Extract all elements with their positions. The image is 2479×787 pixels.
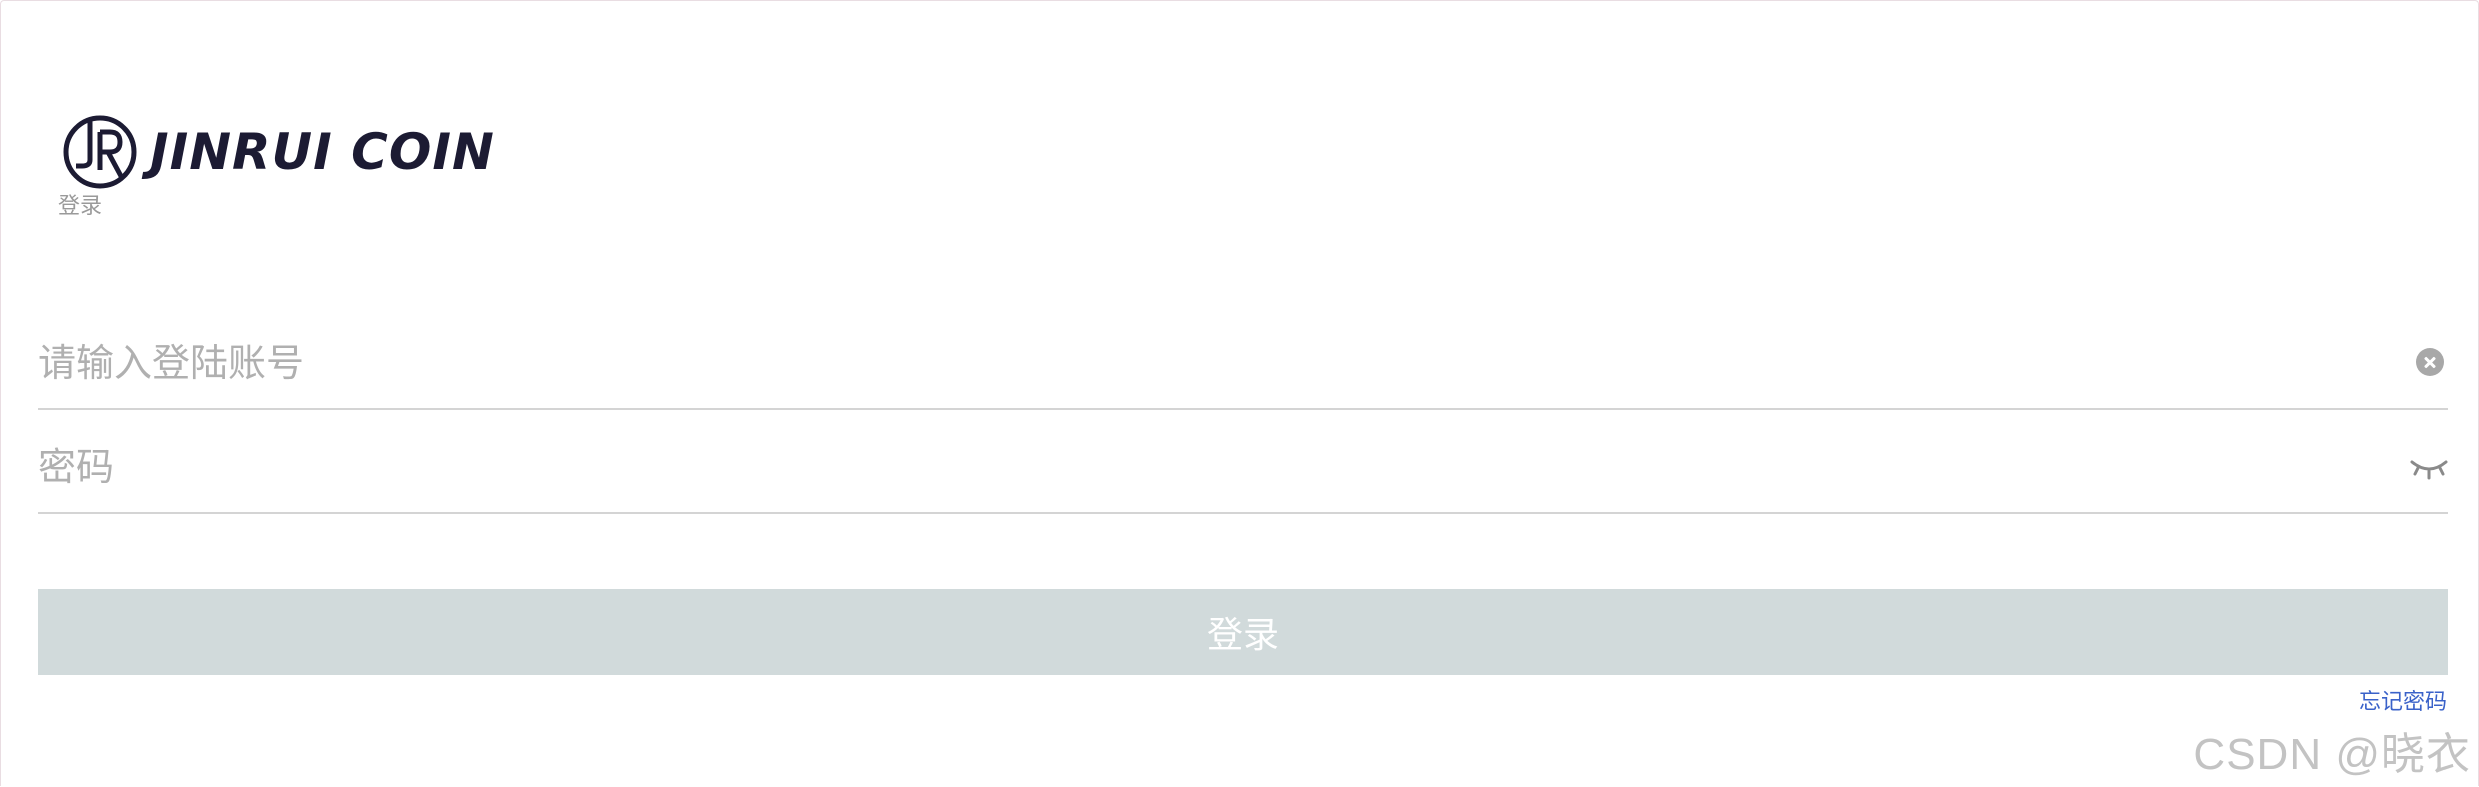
brand-name: JINRUI COIN [150, 123, 495, 181]
clear-icon[interactable] [2416, 348, 2444, 376]
password-input[interactable] [38, 422, 2378, 512]
account-input[interactable] [38, 318, 2378, 408]
login-button[interactable]: 登录 [38, 589, 2448, 675]
forgot-password-link[interactable]: 忘记密码 [2359, 684, 2447, 716]
password-field [38, 422, 2448, 514]
page-subtitle: 登录 [58, 194, 103, 219]
account-field [38, 318, 2448, 410]
jr-circle-logo-icon [63, 115, 137, 189]
watermark: CSDN @晓衣 [2193, 730, 2471, 779]
eye-closed-icon[interactable] [2410, 458, 2448, 480]
brand-logo: JINRUI COIN [62, 114, 495, 190]
